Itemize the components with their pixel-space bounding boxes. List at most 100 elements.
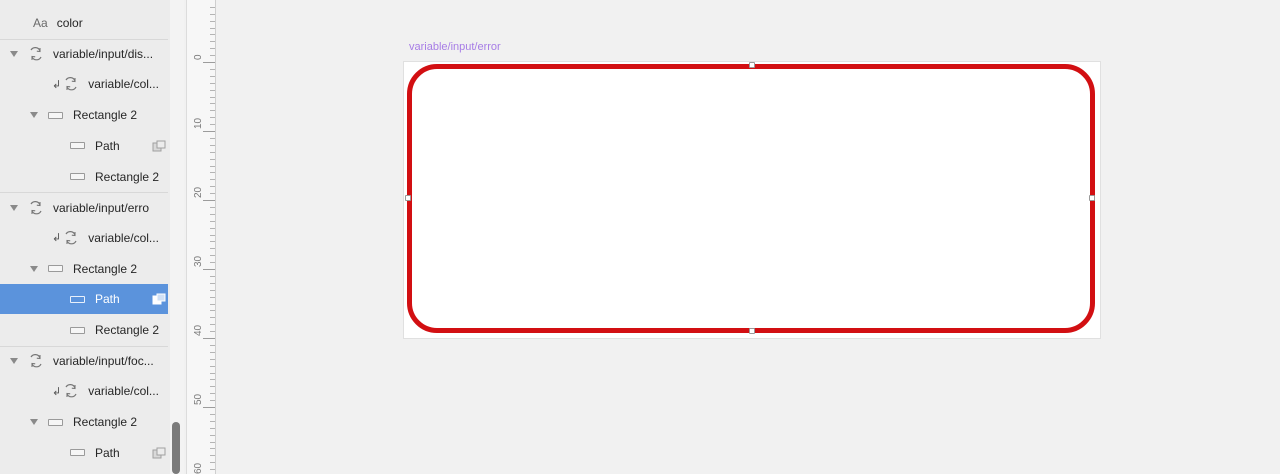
mask-icon[interactable] xyxy=(152,447,166,459)
input-error-shape[interactable] xyxy=(407,64,1095,333)
ruler-tick xyxy=(203,269,215,270)
ruler-tick xyxy=(210,137,215,139)
ruler-tick xyxy=(210,6,215,8)
layer-row[interactable]: Rectangle 2 xyxy=(0,254,168,284)
layer-label: variable/input/dis... xyxy=(53,47,154,62)
disclosure-triangle-icon[interactable] xyxy=(10,358,18,365)
artboard-title[interactable]: variable/input/error xyxy=(409,41,501,53)
override-arrow-icon: ↲ xyxy=(52,78,62,91)
layer-row[interactable]: variable/input/erro xyxy=(0,192,168,222)
path-layer-icon xyxy=(70,173,85,180)
layer-row[interactable]: Aa color xyxy=(0,8,168,38)
layer-label: Rectangle 2 xyxy=(73,261,138,276)
layers-panel[interactable]: Aa color variable/input/dis... ↲ variable/co… xyxy=(0,0,172,474)
path-layer-icon xyxy=(70,449,85,457)
layer-label: Path xyxy=(95,445,120,460)
ruler-tick xyxy=(210,262,215,264)
ruler-label: 0 xyxy=(193,54,204,60)
ruler-tick xyxy=(210,317,215,319)
layer-label: variable/input/erro xyxy=(53,200,150,215)
ruler-tick xyxy=(210,455,215,457)
ruler-tick xyxy=(210,206,215,208)
layer-row[interactable]: variable/input/foc... xyxy=(0,345,168,376)
ruler-tick xyxy=(210,434,215,436)
ruler-tick xyxy=(210,448,215,450)
mask-icon[interactable] xyxy=(152,140,166,152)
shape-group-icon xyxy=(48,418,63,426)
canvas[interactable]: variable/input/error xyxy=(216,0,1280,474)
disclosure-triangle-icon[interactable] xyxy=(10,51,18,58)
ruler-tick xyxy=(203,131,215,132)
ruler-tick xyxy=(210,13,215,15)
ruler-label: 20 xyxy=(193,186,204,198)
resize-handle-bottom[interactable] xyxy=(749,328,755,334)
ruler-tick xyxy=(210,151,215,153)
design-app-window: Aa color variable/input/dis... ↲ variable/co… xyxy=(0,0,1280,474)
vertical-ruler[interactable]: 0 10 20 30 40 50 60 xyxy=(186,0,216,474)
layer-row[interactable]: ↲ variable/col... xyxy=(0,69,168,99)
disclosure-triangle-icon[interactable] xyxy=(30,265,38,272)
ruler-label: 50 xyxy=(193,393,204,405)
resize-handle-top[interactable] xyxy=(749,62,755,68)
layer-label: Rectangle 2 xyxy=(73,108,138,123)
ruler-tick xyxy=(210,282,215,284)
ruler-label: 10 xyxy=(193,117,204,129)
layer-label: Path xyxy=(95,292,120,307)
symbol-instance-icon xyxy=(63,230,79,245)
ruler-tick xyxy=(210,296,215,298)
ruler-tick xyxy=(210,41,215,43)
layer-label: Path xyxy=(95,138,120,153)
layer-row[interactable]: Rectangle 2 xyxy=(0,407,168,437)
ruler-label: 30 xyxy=(193,255,204,267)
layer-label: variable/input/foc... xyxy=(53,354,154,369)
disclosure-triangle-icon[interactable] xyxy=(30,112,38,119)
path-layer-icon xyxy=(70,326,85,334)
resize-handle-right[interactable] xyxy=(1089,195,1095,201)
layer-row[interactable]: Rectangle 2 xyxy=(0,162,168,192)
layer-row[interactable]: ↲ variable/col... xyxy=(0,223,168,253)
path-layer-icon xyxy=(70,142,85,150)
layers-scroll-track[interactable] xyxy=(170,0,184,474)
ruler-tick xyxy=(210,310,215,312)
disclosure-triangle-icon[interactable] xyxy=(30,419,38,426)
ruler-tick xyxy=(210,27,215,29)
ruler-tick xyxy=(203,407,215,408)
layer-row[interactable]: variable/input/dis... xyxy=(0,38,168,69)
ruler-tick xyxy=(210,386,215,388)
ruler-tick xyxy=(203,338,215,339)
ruler-tick xyxy=(210,124,215,126)
resize-handle-left[interactable] xyxy=(405,195,411,201)
ruler-tick xyxy=(210,186,215,188)
ruler-tick xyxy=(210,55,215,57)
path-layer-icon xyxy=(70,295,85,303)
ruler-tick xyxy=(210,68,215,70)
layer-row[interactable]: Rectangle 2 xyxy=(0,100,168,130)
ruler-tick xyxy=(210,20,215,22)
ruler-tick xyxy=(210,89,215,91)
ruler-tick xyxy=(210,248,215,250)
ruler-tick xyxy=(210,255,215,257)
layer-row[interactable]: ↲ variable/col... xyxy=(0,376,168,406)
ruler-tick xyxy=(210,365,215,367)
ruler-tick xyxy=(210,275,215,277)
symbol-instance-icon xyxy=(28,200,44,215)
layer-row[interactable]: Path xyxy=(0,438,168,468)
ruler-tick xyxy=(210,172,215,174)
ruler-tick xyxy=(210,193,215,195)
layer-row[interactable]: Path xyxy=(0,284,168,315)
ruler-tick xyxy=(210,82,215,84)
shape-group-icon xyxy=(48,111,63,119)
ruler-tick xyxy=(210,324,215,326)
layer-label: Rectangle 2 xyxy=(73,415,138,430)
mask-icon[interactable] xyxy=(152,293,166,305)
ruler-tick xyxy=(210,469,215,471)
ruler-tick xyxy=(210,351,215,353)
ruler-label: 60 xyxy=(193,462,204,474)
disclosure-triangle-icon[interactable] xyxy=(10,204,18,211)
layer-row[interactable]: Path xyxy=(0,131,168,161)
layers-scrollbar-thumb[interactable] xyxy=(172,422,180,474)
ruler-tick xyxy=(210,400,215,402)
artboard[interactable] xyxy=(404,62,1100,338)
symbol-instance-icon xyxy=(28,47,44,61)
layer-row[interactable]: Rectangle 2 xyxy=(0,315,168,345)
